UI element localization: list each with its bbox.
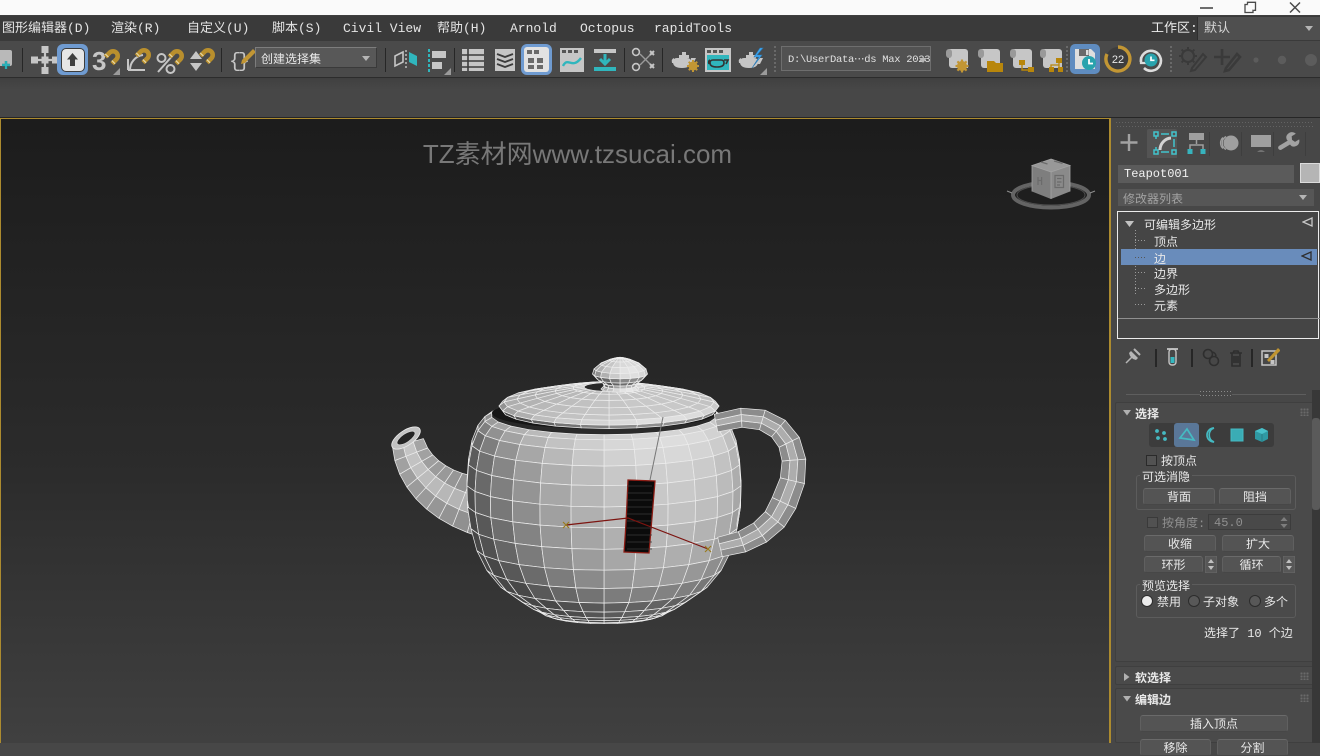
svg-text:22: 22 — [1112, 54, 1124, 66]
svg-text:3: 3 — [92, 46, 106, 74]
